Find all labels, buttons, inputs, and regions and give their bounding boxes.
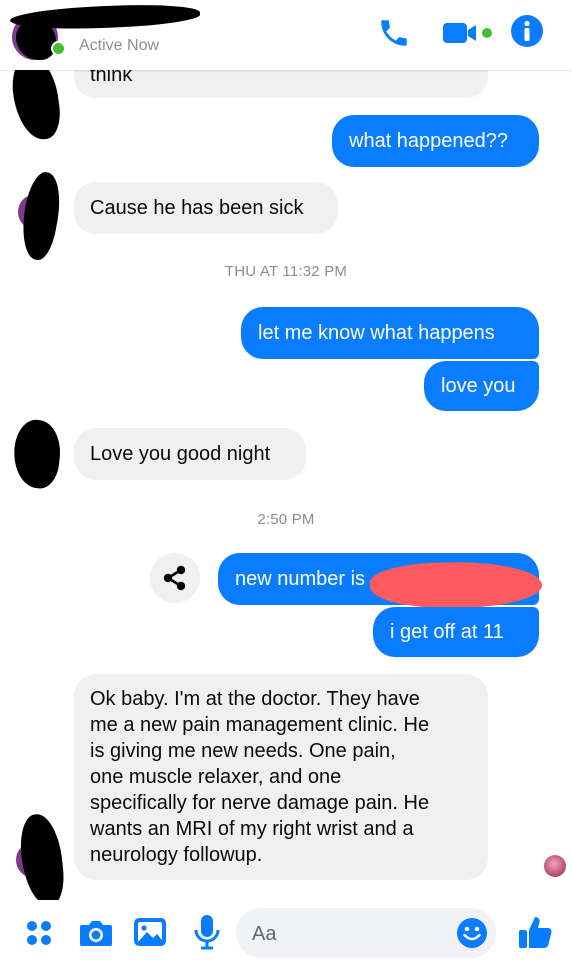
redacted-avatar [16, 169, 66, 263]
online-indicator [51, 41, 66, 56]
camera-icon[interactable] [79, 917, 113, 954]
message-outgoing[interactable]: love you [424, 361, 539, 411]
active-status: Active Now [79, 37, 160, 54]
phone-icon[interactable] [377, 16, 411, 55]
message-outgoing[interactable]: what happened?? [332, 115, 539, 167]
message-line: is giving me new needs. One pain, [90, 740, 396, 762]
video-camera-icon[interactable] [442, 20, 494, 51]
message-line: me a new pain management clinic. He [90, 714, 430, 736]
message-line: neurology followup. [90, 844, 263, 866]
read-receipt-avatar [544, 855, 566, 877]
message-text: i get off at 11 [390, 621, 504, 643]
conversation-header: Active Now [0, 0, 572, 70]
photo-icon[interactable] [133, 916, 167, 953]
message-input[interactable] [250, 918, 454, 950]
message-outgoing[interactable]: let me know what happens [241, 307, 539, 359]
message-line: specifically for nerve damage pain. He [90, 792, 430, 814]
message-incoming-long[interactable]: Ok baby. I'm at the doctor. They have me… [74, 674, 488, 880]
thumbs-up-icon[interactable] [517, 914, 553, 955]
message-outgoing[interactable]: i get off at 11 [373, 607, 539, 657]
message-line: Ok baby. I'm at the doctor. They have [90, 688, 420, 710]
message-input-container[interactable] [236, 908, 496, 958]
apps-icon[interactable] [24, 918, 54, 953]
message-text: Love you good night [90, 443, 271, 465]
share-icon [163, 565, 186, 591]
message-text: let me know what happens [258, 322, 495, 344]
info-icon[interactable] [510, 14, 544, 53]
message-text: what happened?? [349, 130, 509, 152]
message-text: love you [441, 375, 516, 397]
microphone-icon[interactable] [193, 914, 221, 955]
message-text: Cause he has been sick [90, 197, 304, 219]
share-button[interactable] [150, 553, 200, 603]
emoji-icon[interactable] [456, 917, 488, 949]
message-text: new number is [235, 568, 366, 590]
redacted-avatar [17, 812, 67, 908]
timestamp: 2:50 PM [257, 511, 315, 528]
message-line: one muscle relaxer, and one [90, 766, 342, 788]
message-incoming[interactable]: Love you good night [74, 428, 306, 480]
redacted-avatar [10, 417, 64, 491]
message-line: wants an MRI of my right wrist and a [90, 818, 414, 840]
message-incoming[interactable]: Cause he has been sick [74, 182, 338, 234]
timestamp: THU AT 11:32 PM [224, 263, 348, 280]
